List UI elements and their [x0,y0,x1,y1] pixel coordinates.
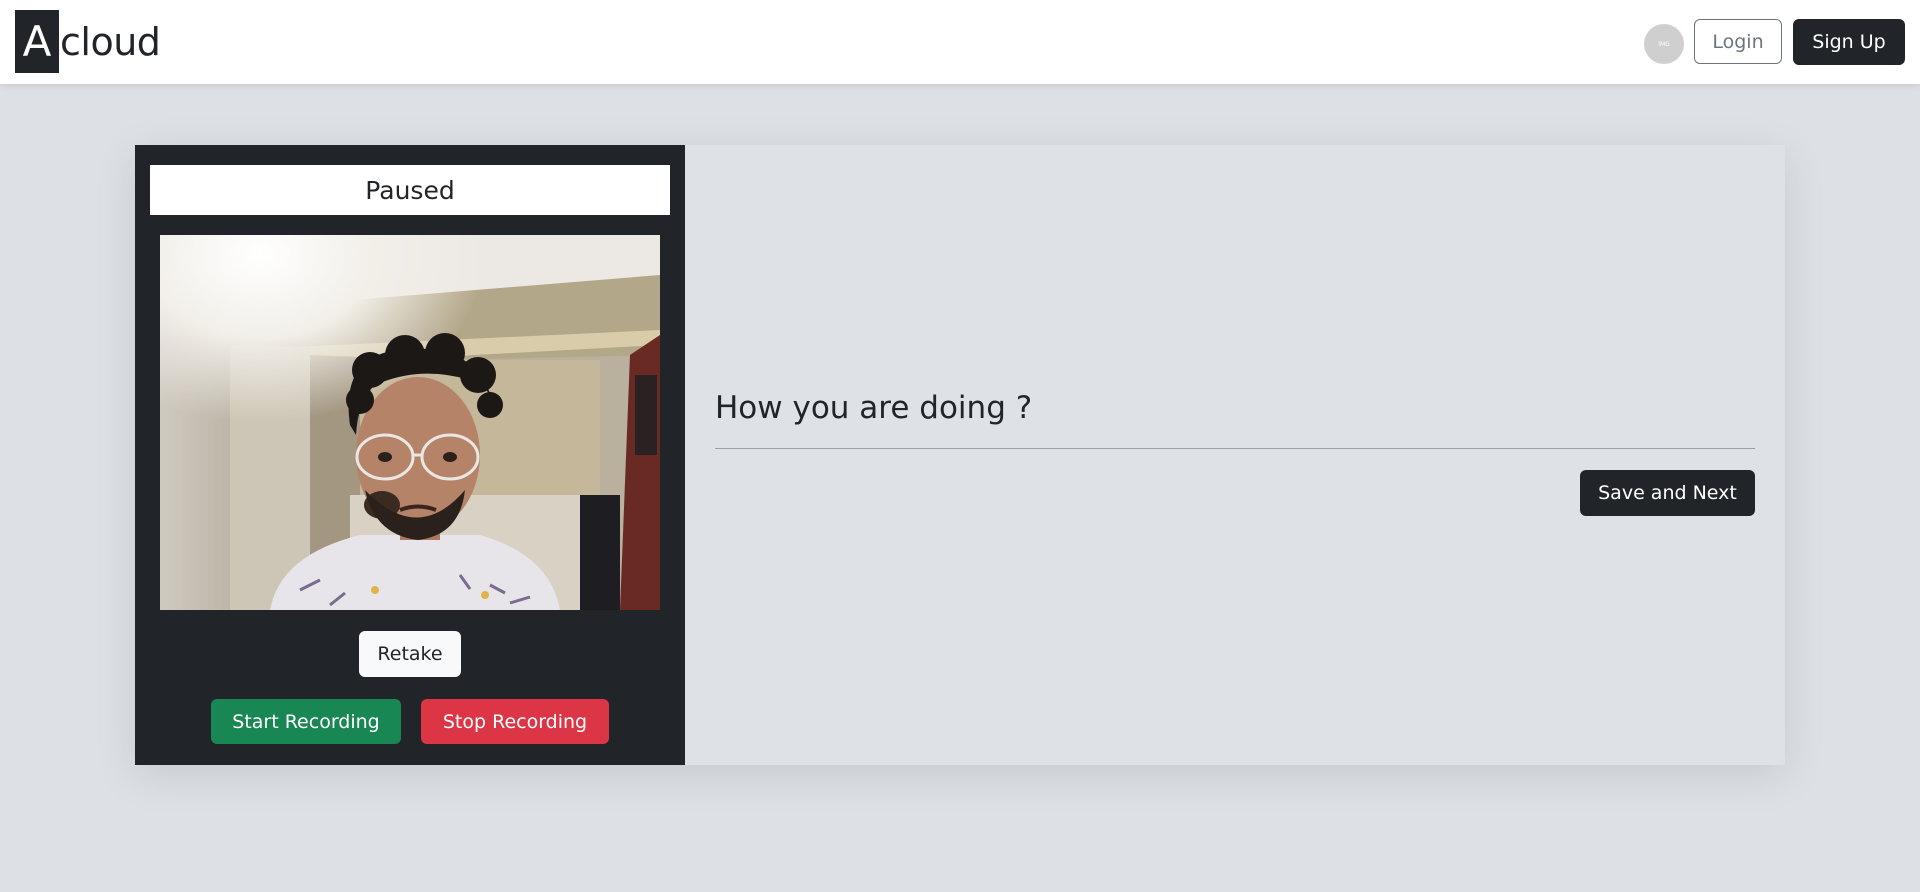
webcam-preview [160,235,660,610]
brand-logo[interactable]: A cloud [15,10,161,73]
webcam-frame-image [160,235,660,610]
start-recording-button[interactable]: Start Recording [211,699,401,744]
recording-status: Paused [150,165,670,215]
divider [715,448,1755,449]
interview-card: Paused Retake Start Recording Stop Recor… [135,145,1785,765]
navbar: A cloud IMG Login Sign Up [0,0,1920,84]
brand-mark: A [15,10,59,73]
stop-recording-button[interactable]: Stop Recording [421,699,609,744]
save-and-next-button[interactable]: Save and Next [1580,470,1755,516]
brand-text: cloud [60,19,161,64]
signup-button[interactable]: Sign Up [1793,19,1905,65]
avatar[interactable]: IMG [1644,24,1684,64]
avatar-text: IMG [1658,40,1670,48]
question-text: How you are doing ? [715,390,1033,426]
recorder-panel: Paused Retake Start Recording Stop Recor… [135,145,685,765]
question-panel: How you are doing ? Save and Next [685,145,1785,765]
login-button[interactable]: Login [1694,19,1782,64]
retake-button[interactable]: Retake [359,631,461,677]
